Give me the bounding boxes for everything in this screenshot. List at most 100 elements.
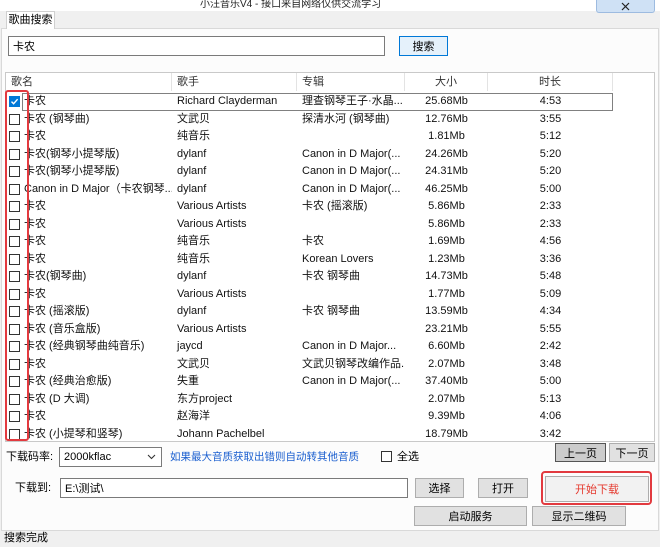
show-qr-code-button[interactable]: 显示二维码: [532, 506, 626, 526]
column-header-duration[interactable]: 时长: [488, 73, 613, 91]
cell-duration: 4:53: [539, 95, 562, 107]
results-table: 歌名 歌手 专辑 大小 时长 卡农 Richard Clayderman 理查钢琴王子·水晶…: [5, 72, 655, 442]
cell-duration: 4:06: [539, 410, 562, 422]
cell-size: 46.25Mb: [425, 182, 468, 195]
row-checkbox[interactable]: [9, 306, 20, 317]
bitrate-hint: 如果最大音质获取出错则自动转其他音质: [170, 451, 359, 463]
cell-artist: jaycd: [177, 340, 203, 352]
table-row[interactable]: 卡农 Various Artists 卡农 (摇滚版) 5.86Mb 2:33: [6, 198, 654, 216]
table-row[interactable]: 卡农 文武贝 文武贝钢琴改编作品... 2.07Mb 3:48: [6, 356, 654, 374]
cell-duration: 3:48: [539, 357, 562, 370]
cell-size: 14.73Mb: [425, 270, 468, 282]
chevron-down-icon: [147, 454, 156, 460]
row-checkbox[interactable]: [9, 148, 20, 160]
cell-name: 卡农 (钢琴曲): [24, 112, 90, 125]
table-row[interactable]: 卡农 (经典治愈版) 失重 Canon in D Major(... 37.40Mb 5…: [6, 373, 654, 391]
cell-artist: 纯音乐: [177, 235, 210, 247]
column-header-artist[interactable]: 歌手: [172, 73, 297, 91]
table-row[interactable]: 卡农 赵海洋 9.39Mb 4:06: [6, 408, 654, 426]
prev-page-button[interactable]: 上一页: [555, 443, 606, 462]
row-checkbox[interactable]: [9, 166, 20, 177]
table-row[interactable]: 卡农 (小提琴和竖琴) Johann Pachelbel 18.79Mb 3:42: [6, 426, 654, 442]
row-checkbox[interactable]: [9, 341, 20, 352]
table-row[interactable]: 卡农 (钢琴曲) 文武贝 探清水河 (钢琴曲) 12.76Mb 3:55: [6, 111, 654, 129]
bitrate-select[interactable]: 2000kflac: [59, 447, 162, 467]
table-row[interactable]: 卡农(钢琴小提琴版) dylanf Canon in D Major(... 24.2…: [6, 146, 654, 164]
cell-size: 13.59Mb: [425, 305, 468, 317]
row-checkbox[interactable]: [9, 428, 20, 440]
cell-size: 25.68Mb: [425, 95, 468, 107]
cell-name: 卡农: [24, 252, 46, 265]
cell-album: 卡农 钢琴曲: [302, 270, 361, 282]
table-row[interactable]: 卡农 (经典钢琴曲纯音乐) jaycd Canon in D Major... 6.6…: [6, 338, 654, 356]
cell-album: [297, 391, 405, 409]
cell-duration: 4:34: [539, 305, 562, 317]
column-header-name[interactable]: 歌名: [6, 73, 172, 91]
next-page-button[interactable]: 下一页: [609, 443, 655, 462]
row-checkbox[interactable]: [9, 376, 20, 387]
cell-size: 18.79Mb: [425, 427, 468, 440]
table-row[interactable]: 卡农 (音乐盒版) Various Artists 23.21Mb 5:55: [6, 321, 654, 339]
cell-artist: Johann Pachelbel: [177, 427, 265, 440]
row-checkbox[interactable]: [9, 411, 20, 422]
cell-size: 2.07Mb: [428, 392, 465, 405]
cell-album: 卡农: [302, 235, 324, 247]
search-button[interactable]: 搜索: [399, 36, 448, 56]
start-service-button[interactable]: 启动服务: [414, 506, 527, 526]
table-row[interactable]: 卡农 Various Artists 1.77Mb 5:09: [6, 286, 654, 304]
cell-size: 23.21Mb: [425, 322, 468, 335]
download-path-input[interactable]: [60, 478, 408, 498]
select-all-label[interactable]: 全选: [397, 449, 419, 465]
cell-name: 卡农: [24, 287, 46, 300]
cell-duration: 3:36: [539, 252, 562, 265]
row-checkbox[interactable]: [9, 201, 20, 212]
cell-size: 1.77Mb: [428, 287, 465, 300]
cell-name: 卡农 (摇滚版): [24, 305, 90, 317]
row-checkbox[interactable]: [9, 183, 20, 195]
table-row[interactable]: 卡农(钢琴小提琴版) dylanf Canon in D Major(... 24.3…: [6, 163, 654, 181]
select-all-checkbox[interactable]: [381, 451, 392, 462]
choose-folder-button[interactable]: 选择: [415, 478, 464, 498]
row-checkbox[interactable]: [9, 218, 20, 230]
cell-album: [297, 321, 405, 339]
cell-size: 5.86Mb: [428, 200, 465, 212]
tab-song-search[interactable]: 歌曲搜索: [6, 11, 55, 29]
table-row[interactable]: 卡农 (摇滚版) dylanf 卡农 钢琴曲 13.59Mb 4:34: [6, 303, 654, 321]
table-row[interactable]: 卡农 纯音乐 Korean Lovers 1.23Mb 3:36: [6, 251, 654, 269]
row-checkbox[interactable]: [9, 113, 20, 125]
row-checkbox[interactable]: [9, 323, 20, 335]
table-row[interactable]: 卡农(钢琴曲) dylanf 卡农 钢琴曲 14.73Mb 5:48: [6, 268, 654, 286]
cell-name: 卡农(钢琴曲): [24, 270, 87, 282]
cell-album: 卡农 钢琴曲: [302, 305, 361, 317]
table-row[interactable]: 卡农 Richard Clayderman 理查钢琴王子·水晶... 25.68Mb 4…: [6, 93, 654, 111]
cell-size: 12.76Mb: [425, 112, 468, 125]
column-header-album[interactable]: 专辑: [297, 73, 405, 91]
cell-size: 6.60Mb: [428, 340, 465, 352]
row-checkbox[interactable]: [9, 131, 20, 142]
cell-duration: 5:48: [539, 270, 562, 282]
row-checkbox[interactable]: [9, 358, 20, 370]
close-button[interactable]: [596, 0, 655, 13]
cell-duration: 2:42: [539, 340, 562, 352]
row-checkbox[interactable]: [9, 236, 20, 247]
table-row[interactable]: 卡农 纯音乐 卡农 1.69Mb 4:56: [6, 233, 654, 251]
table-row[interactable]: 卡农 Various Artists 5.86Mb 2:33: [6, 216, 654, 234]
cell-album: Canon in D Major(...: [302, 375, 401, 387]
table-row[interactable]: 卡农 纯音乐 1.81Mb 5:12: [6, 128, 654, 146]
row-checkbox[interactable]: [9, 288, 20, 300]
column-header-size[interactable]: 大小: [405, 73, 488, 91]
start-download-button[interactable]: 开始下载: [545, 476, 649, 502]
open-folder-button[interactable]: 打开: [478, 478, 528, 498]
row-checkbox[interactable]: [9, 271, 20, 282]
status-bar-text: 搜索完成: [4, 532, 48, 544]
cell-size: 1.69Mb: [428, 235, 465, 247]
search-input[interactable]: [8, 36, 385, 56]
row-checkbox[interactable]: [9, 253, 20, 265]
cell-name: 卡农: [24, 95, 46, 107]
cell-artist: dylanf: [177, 182, 207, 195]
row-checkbox[interactable]: [9, 96, 20, 107]
table-row[interactable]: Canon in D Major（卡农钢琴... dylanf Canon in D…: [6, 181, 654, 199]
table-row[interactable]: 卡农 (D 大调) 东方project 2.07Mb 5:13: [6, 391, 654, 409]
row-checkbox[interactable]: [9, 393, 20, 405]
cell-album: Canon in D Major(...: [302, 147, 401, 160]
